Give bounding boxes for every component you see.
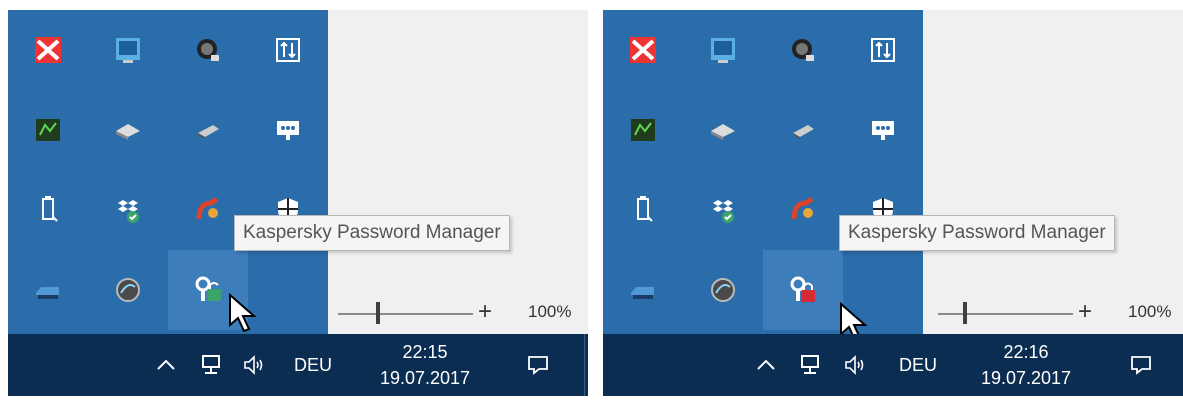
printer-icon[interactable] [8, 250, 88, 330]
cleanup-tool-icon[interactable] [763, 170, 843, 250]
taskbar: DEU 22:15 19.07.2017 [8, 334, 588, 396]
network-button[interactable] [193, 334, 229, 396]
zoom-track [938, 313, 1073, 315]
network-button[interactable] [792, 334, 828, 396]
scanner-icon[interactable] [683, 90, 763, 170]
zoom-slider[interactable]: + 100% [328, 292, 588, 334]
chat-screen-icon[interactable] [248, 90, 328, 170]
volume-button[interactable] [837, 334, 873, 396]
taskbar: DEU 22:16 19.07.2017 [603, 334, 1183, 396]
zoom-in-button[interactable]: + [478, 298, 492, 326]
volume-button[interactable] [236, 334, 272, 396]
clock-button[interactable]: 22:15 19.07.2017 [370, 334, 480, 396]
green-board-icon[interactable] [8, 90, 88, 170]
input-language-button[interactable]: DEU [288, 334, 338, 396]
tooltip-text: Kaspersky Password Manager [848, 222, 1106, 243]
input-language-button[interactable]: DEU [893, 334, 943, 396]
zoom-level: 100% [528, 302, 572, 321]
tray-overflow-panel [8, 10, 328, 334]
notification-icon [528, 356, 548, 375]
network-monitor-icon[interactable] [88, 10, 168, 90]
zoom-track [338, 313, 473, 315]
dropbox-sync-icon[interactable] [88, 170, 168, 250]
network-icon [202, 355, 220, 374]
clock-date: 19.07.2017 [379, 368, 471, 388]
transfer-icon[interactable] [843, 10, 923, 90]
chat-screen-icon[interactable] [843, 90, 923, 170]
usb-device-icon[interactable] [168, 90, 248, 170]
dropbox-sync-icon[interactable] [683, 170, 763, 250]
usb-drive-icon[interactable] [8, 170, 88, 250]
printer-icon[interactable] [603, 250, 683, 330]
zoom-thumb[interactable] [376, 302, 380, 324]
green-board-icon[interactable] [603, 90, 683, 170]
action-center-button[interactable] [1111, 334, 1171, 396]
clock-button[interactable]: 22:16 19.07.2017 [971, 334, 1081, 396]
tooltip: Kaspersky Password Manager [839, 215, 1115, 251]
notification-icon [1131, 356, 1151, 375]
mouse-pointer-icon [229, 293, 257, 333]
zoom-thumb[interactable] [963, 302, 967, 324]
password-manager-locked-icon[interactable] [763, 250, 843, 330]
clock-date: 19.07.2017 [980, 368, 1072, 388]
show-hidden-icons-button[interactable] [751, 334, 781, 396]
scanner-icon[interactable] [88, 90, 168, 170]
tooltip-text: Kaspersky Password Manager [243, 222, 501, 243]
tooltip: Kaspersky Password Manager [234, 215, 510, 251]
globe-app-icon[interactable] [683, 250, 763, 330]
zoom-level: 100% [1128, 302, 1172, 321]
action-center-button[interactable] [508, 334, 568, 396]
transfer-icon[interactable] [248, 10, 328, 90]
network-monitor-icon[interactable] [683, 10, 763, 90]
speaker-icon [244, 355, 263, 375]
satellite-dish-icon[interactable] [168, 10, 248, 90]
usb-device-icon[interactable] [763, 90, 843, 170]
zoom-slider[interactable]: + 100% [923, 292, 1183, 334]
kaspersky-icon[interactable] [8, 10, 88, 90]
speaker-icon [845, 355, 864, 375]
show-desktop-divider[interactable] [584, 334, 585, 396]
chevron-up-icon [157, 359, 175, 370]
language-label: DEU [898, 354, 937, 375]
usb-drive-icon[interactable] [603, 170, 683, 250]
screenshot-panel-before: Kaspersky Password Manager + 100% DEU 22… [8, 10, 588, 396]
show-hidden-icons-button[interactable] [151, 334, 181, 396]
chevron-up-icon [757, 359, 775, 370]
clock-time: 22:16 [1003, 342, 1049, 362]
clock-time: 22:15 [402, 342, 448, 362]
language-label: DEU [293, 354, 332, 375]
screenshot-panel-after: Kaspersky Password Manager + 100% DEU 22… [603, 10, 1183, 396]
zoom-in-button[interactable]: + [1078, 298, 1092, 326]
kaspersky-icon[interactable] [603, 10, 683, 90]
globe-app-icon[interactable] [88, 250, 168, 330]
satellite-dish-icon[interactable] [763, 10, 843, 90]
tray-overflow-panel [603, 10, 923, 334]
network-icon [801, 355, 819, 374]
